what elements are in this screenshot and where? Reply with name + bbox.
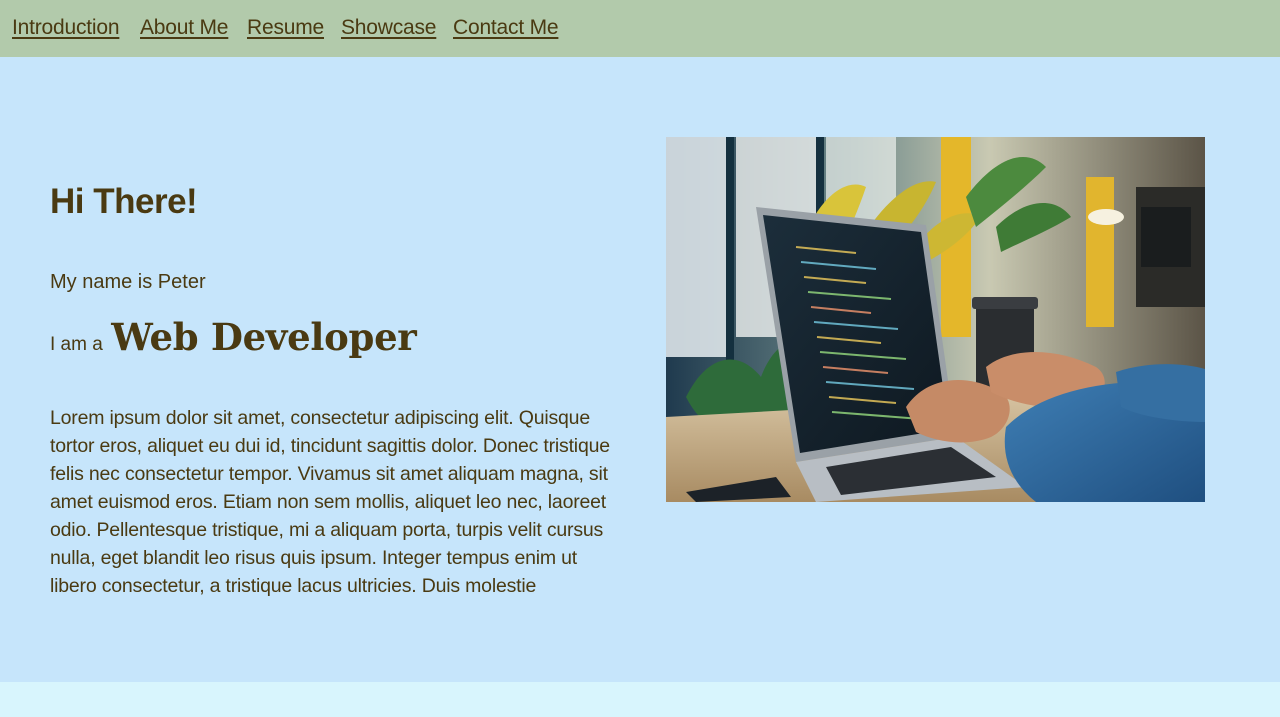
hero-role-line: I am a Web Developer: [50, 315, 417, 359]
nav-link-introduction[interactable]: Introduction: [12, 16, 120, 40]
hero-greeting: Hi There!: [50, 182, 198, 221]
hero-section: Hi There! My name is Peter I am a Web De…: [0, 57, 1280, 682]
top-navigation: Introduction About Me Resume Showcase Co…: [0, 0, 1280, 57]
role-title: Web Developer: [111, 315, 417, 359]
nav-link-showcase[interactable]: Showcase: [341, 16, 436, 40]
hero-laptop-photo: [666, 137, 1205, 502]
hero-name-line: My name is Peter: [50, 271, 206, 293]
laptop-photo-illustration: [666, 137, 1205, 502]
nav-link-resume[interactable]: Resume: [247, 16, 324, 40]
role-prefix: I am a: [50, 334, 103, 355]
nav-link-about-me[interactable]: About Me: [140, 16, 228, 40]
nav-link-contact-me[interactable]: Contact Me: [453, 16, 559, 40]
footer-strip: [0, 682, 1280, 717]
hero-bio-paragraph: Lorem ipsum dolor sit amet, consectetur …: [50, 407, 610, 597]
